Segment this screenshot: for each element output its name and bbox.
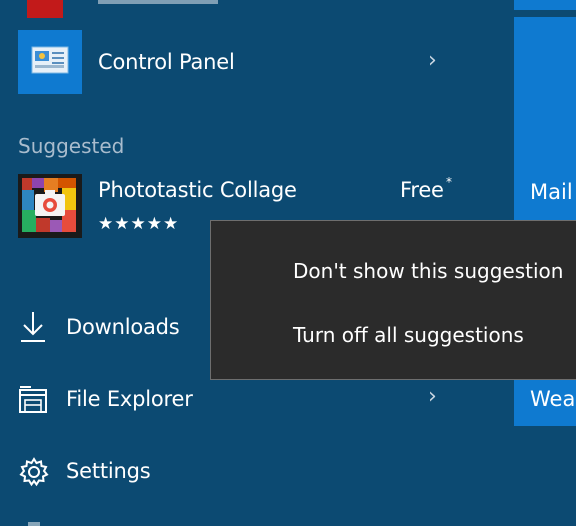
- next-item-partial: [28, 522, 40, 526]
- tile-top[interactable]: [514, 0, 576, 10]
- file-explorer-label: File Explorer: [66, 387, 193, 411]
- suggested-header: Suggested: [18, 134, 125, 158]
- tile-weather-label: Wea: [530, 387, 576, 411]
- suggestion-context-menu: Don't show this suggestion Turn off all …: [210, 220, 576, 380]
- suggestion-price-mark: *: [446, 175, 452, 189]
- settings-label: Settings: [66, 459, 151, 483]
- gear-icon: [19, 457, 49, 487]
- chevron-right-icon[interactable]: ›: [428, 48, 437, 73]
- menu-item-dont-show-suggestion[interactable]: Don't show this suggestion: [293, 259, 563, 283]
- app-icon-partial[interactable]: [27, 0, 63, 18]
- downloads-label: Downloads: [66, 315, 180, 339]
- control-panel-label: Control Panel: [98, 50, 235, 74]
- file-explorer-icon: [19, 386, 47, 413]
- place-downloads[interactable]: Downloads: [18, 306, 208, 350]
- tile-weather[interactable]: Wea: [514, 380, 576, 426]
- place-settings[interactable]: Settings: [18, 450, 208, 494]
- app-row-control-panel[interactable]: Control Panel ›: [18, 30, 458, 96]
- app-label-partial: [98, 0, 218, 4]
- control-panel-icon: [18, 30, 82, 94]
- chevron-right-icon[interactable]: ›: [428, 384, 437, 409]
- download-icon: [21, 312, 45, 342]
- suggestion-name: Phototastic Collage: [98, 178, 297, 202]
- rating-stars: ★★★★★: [98, 214, 180, 234]
- suggestion-price: Free: [400, 178, 444, 202]
- tile-mail[interactable]: Mail: [514, 17, 576, 221]
- phototastic-collage-icon: [18, 174, 82, 238]
- place-file-explorer[interactable]: File Explorer ›: [18, 378, 458, 422]
- menu-item-turn-off-suggestions[interactable]: Turn off all suggestions: [293, 323, 524, 347]
- tile-mail-label: Mail: [530, 180, 573, 204]
